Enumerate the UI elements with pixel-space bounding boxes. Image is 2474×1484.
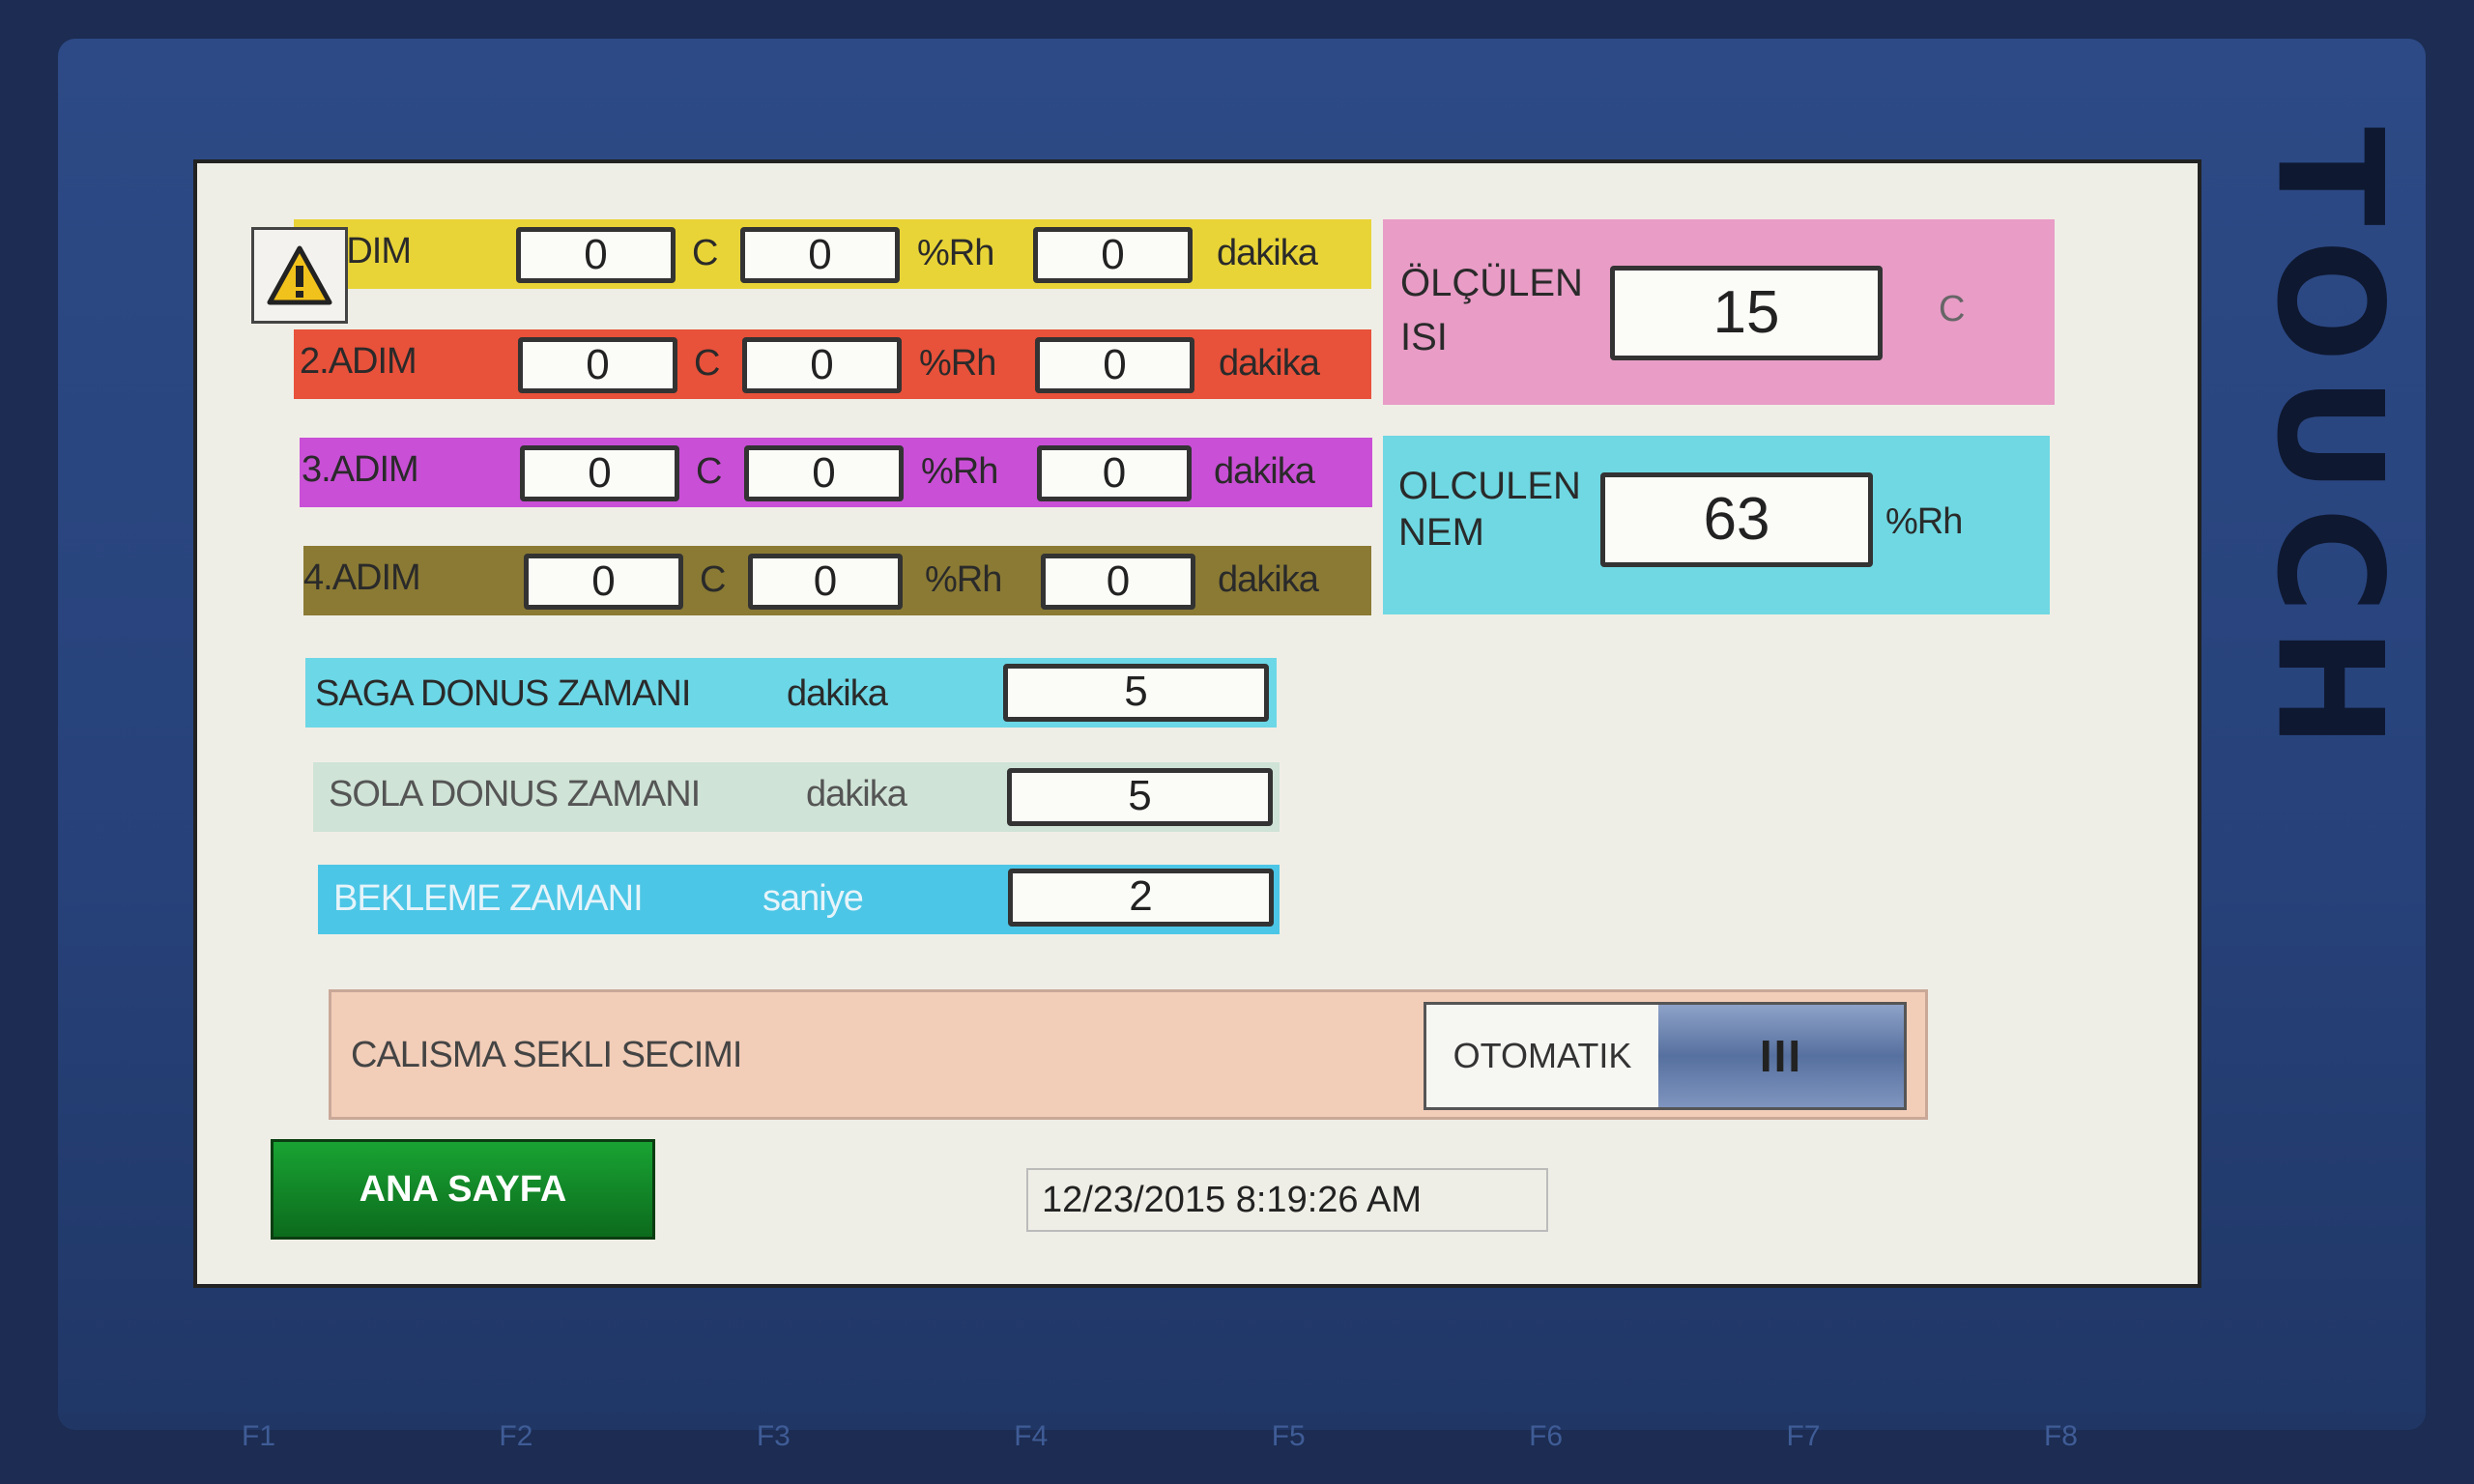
step-row-4: 4.ADIM 0 C 0 %Rh 0 dakika <box>303 546 1371 615</box>
duration-unit: dakika <box>1218 559 1319 600</box>
mode-value: OTOMATIK <box>1426 1005 1658 1107</box>
timer-input[interactable]: 5 <box>1007 768 1273 826</box>
timer-input[interactable]: 5 <box>1003 664 1269 722</box>
warning-icon[interactable] <box>251 227 348 324</box>
f6-key[interactable]: F6 <box>1529 1420 1563 1459</box>
measured-temp-panel: ÖLÇÜLEN ISI 15 C <box>1383 219 2055 405</box>
measured-humidity-unit: %Rh <box>1885 501 1963 542</box>
measured-humidity-label: OLCULEN NEM <box>1398 465 1581 554</box>
f3-key[interactable]: F3 <box>757 1420 791 1459</box>
f5-key[interactable]: F5 <box>1272 1420 1306 1459</box>
timer-input[interactable]: 2 <box>1008 869 1274 927</box>
measured-temp-label: ÖLÇÜLEN ISI <box>1400 262 1583 358</box>
step-duration-input[interactable]: 0 <box>1041 554 1195 610</box>
temp-unit: C <box>694 343 720 384</box>
timer-label: BEKLEME ZAMANI <box>333 878 644 919</box>
hmi-screen: ADIM 0 C 0 %Rh 0 dakika 2.ADIM 0 C 0 %Rh… <box>193 159 2201 1288</box>
timer-unit: saniye <box>762 878 864 919</box>
duration-unit: dakika <box>1214 451 1315 492</box>
step-name: 4.ADIM <box>303 557 421 598</box>
timer-unit: dakika <box>806 774 907 814</box>
humidity-unit: %Rh <box>925 559 1002 600</box>
timer-label: SOLA DONUS ZAMANI <box>329 774 701 814</box>
f4-key[interactable]: F4 <box>1014 1420 1048 1459</box>
f8-key[interactable]: F8 <box>2044 1420 2078 1459</box>
brand-label: TOUCH <box>2245 127 2414 762</box>
toggle-knob[interactable]: III <box>1658 1005 1904 1107</box>
step-row-3: 3.ADIM 0 C 0 %Rh 0 dakika <box>300 438 1372 507</box>
f1-key[interactable]: F1 <box>242 1420 275 1459</box>
step-temp-input[interactable]: 0 <box>524 554 683 610</box>
temp-unit: C <box>692 233 718 273</box>
humidity-unit: %Rh <box>919 343 996 384</box>
timer-unit: dakika <box>787 673 888 714</box>
step-temp-input[interactable]: 0 <box>516 227 676 283</box>
step-humidity-input[interactable]: 0 <box>748 554 903 610</box>
duration-unit: dakika <box>1219 343 1320 384</box>
humidity-unit: %Rh <box>917 233 994 273</box>
step-row-2: 2.ADIM 0 C 0 %Rh 0 dakika <box>294 329 1371 399</box>
home-button[interactable]: ANA SAYFA <box>271 1139 655 1240</box>
duration-unit: dakika <box>1217 233 1318 273</box>
f2-key[interactable]: F2 <box>499 1420 532 1459</box>
mode-toggle[interactable]: OTOMATIK III <box>1424 1002 1907 1110</box>
humidity-unit: %Rh <box>921 451 998 492</box>
timer-row-wait: BEKLEME ZAMANI saniye 2 <box>318 865 1280 934</box>
f7-key[interactable]: F7 <box>1787 1420 1821 1459</box>
step-temp-input[interactable]: 0 <box>520 445 679 501</box>
temp-unit: C <box>700 559 726 600</box>
step-humidity-input[interactable]: 0 <box>742 337 902 393</box>
timer-row-left-turn: SOLA DONUS ZAMANI dakika 5 <box>313 762 1280 832</box>
temp-unit: C <box>696 451 722 492</box>
step-humidity-input[interactable]: 0 <box>740 227 900 283</box>
step-duration-input[interactable]: 0 <box>1035 337 1194 393</box>
mode-label: CALISMA SEKLI SECIMI <box>351 1035 742 1075</box>
step-duration-input[interactable]: 0 <box>1033 227 1193 283</box>
timer-label: SAGA DONUS ZAMANI <box>315 673 691 714</box>
datetime-display: 12/23/2015 8:19:26 AM <box>1026 1168 1548 1232</box>
measured-humidity-panel: OLCULEN NEM 63 %Rh <box>1383 436 2050 614</box>
measured-temp-unit: C <box>1939 289 1965 329</box>
step-humidity-input[interactable]: 0 <box>744 445 904 501</box>
step-name: 2.ADIM <box>300 341 417 382</box>
measured-humidity-value: 63 <box>1600 472 1873 567</box>
mode-selection-row: CALISMA SEKLI SECIMI OTOMATIK III <box>329 989 1928 1120</box>
timer-row-right-turn: SAGA DONUS ZAMANI dakika 5 <box>305 658 1277 728</box>
step-temp-input[interactable]: 0 <box>518 337 677 393</box>
step-duration-input[interactable]: 0 <box>1037 445 1192 501</box>
measured-temp-value: 15 <box>1610 266 1883 360</box>
step-name: 3.ADIM <box>302 449 419 490</box>
function-keys: F1 F2 F3 F4 F5 F6 F7 F8 <box>242 1420 2078 1459</box>
step-row-1: ADIM 0 C 0 %Rh 0 dakika <box>294 219 1371 289</box>
